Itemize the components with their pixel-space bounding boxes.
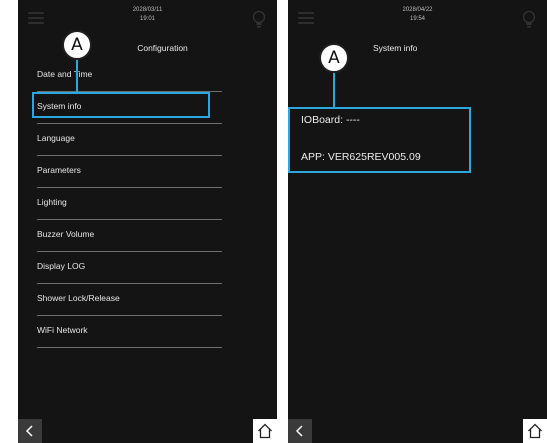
selected-item-highlight — [32, 92, 210, 118]
home-button[interactable] — [253, 419, 277, 443]
date-text: 2028/03/11 — [132, 7, 163, 13]
system-info-box: IOBoard: ---- APP: VER625REV005.09 — [288, 107, 471, 173]
menu-item-label: Lighting — [37, 197, 67, 207]
menu-item-buzzer-volume[interactable]: Buzzer Volume — [37, 220, 222, 252]
system-info-screen: 2028/04/22 19:54 System info IOBoard: --… — [288, 0, 547, 443]
menu-item-label: Language — [37, 133, 75, 143]
menu-item-label: Date and Time — [37, 69, 93, 79]
menu-item-shower-lock-release[interactable]: Shower Lock/Release — [37, 284, 222, 316]
back-button[interactable] — [288, 419, 312, 443]
back-arrow-icon — [25, 425, 33, 437]
callout-badge: A — [319, 43, 349, 73]
callout-leader — [333, 70, 335, 108]
datetime: 2028/04/22 19:54 — [288, 6, 547, 24]
datetime: 2028/03/11 19:01 — [18, 6, 277, 24]
menu-item-label: Display LOG — [37, 261, 86, 271]
menu-item-wifi-network[interactable]: WiFi Network — [37, 316, 222, 348]
menu-item-language[interactable]: Language — [37, 124, 222, 156]
menu-item-display-log[interactable]: Display LOG — [37, 252, 222, 284]
home-icon — [528, 423, 542, 439]
configuration-screen: 2028/03/11 19:01 Configuration Date and … — [18, 0, 277, 443]
menu-item-label: Shower Lock/Release — [37, 293, 120, 303]
time-text: 19:01 — [139, 16, 155, 22]
app-version-info: APP: VER625REV005.09 — [301, 151, 421, 163]
back-button[interactable] — [18, 419, 42, 443]
menu-item-parameters[interactable]: Parameters — [37, 156, 222, 188]
menu-item-label: Buzzer Volume — [37, 229, 95, 239]
page-title: Configuration — [137, 43, 188, 53]
menu-item-label: Parameters — [37, 165, 81, 175]
menu-item-date-and-time[interactable]: Date and Time — [37, 60, 222, 92]
callout-leader — [76, 57, 78, 93]
ioboard-info: IOBoard: ---- — [301, 114, 360, 126]
back-arrow-icon — [295, 425, 303, 437]
menu-item-label: WiFi Network — [37, 325, 88, 335]
home-icon — [258, 423, 272, 439]
date-text: 2028/04/22 — [402, 7, 433, 13]
home-button[interactable] — [523, 419, 547, 443]
time-text: 19:54 — [409, 16, 425, 22]
callout-badge: A — [62, 30, 92, 60]
menu-item-lighting[interactable]: Lighting — [37, 188, 222, 220]
